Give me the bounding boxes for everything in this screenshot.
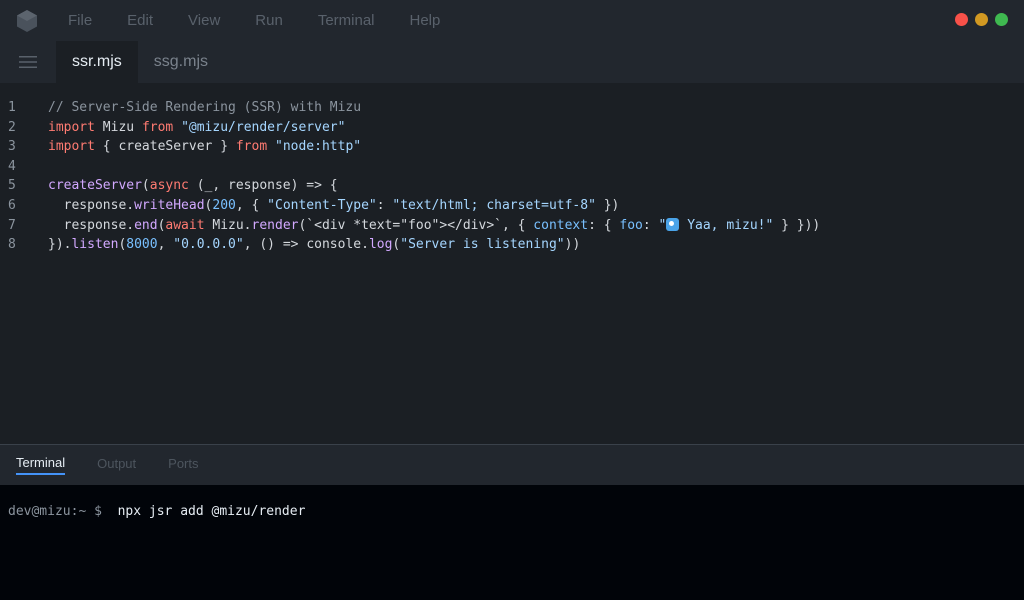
code-token: log (368, 237, 393, 253)
code-token: from (141, 119, 174, 135)
code-line: 5 createServer(async (_, response) => { (0, 176, 1024, 196)
terminal-prompt: dev@mizu:~ $ (8, 504, 110, 519)
code-token: response. (48, 217, 135, 233)
code-token: : { (588, 217, 620, 233)
line-number: 5 (8, 178, 16, 194)
code-token: "Content-Type" (267, 197, 377, 213)
menu-bar: File Edit View Run Terminal Help (0, 0, 1024, 41)
code-editor[interactable]: 1 // Server-Side Rendering (SSR) with Miz… (0, 83, 1024, 444)
tab-ports[interactable]: Ports (168, 456, 198, 474)
code-token: : (376, 197, 393, 213)
code-token: foo (619, 217, 643, 233)
line-code: response.writeHead(200, { "Content-Type"… (48, 196, 620, 216)
editor-tab-bar: ssr.mjs ssg.mjs (0, 41, 1024, 83)
menu-run[interactable]: Run (255, 12, 283, 29)
code-token: "text/html; charset=utf-8" (392, 197, 596, 213)
code-token: )) (564, 237, 581, 253)
maximize-window-button[interactable] (995, 13, 1008, 26)
code-line: 7 response.end(await Mizu.render(`<div *… (0, 216, 1024, 236)
code-token: render (251, 217, 299, 233)
code-token: 8000 (126, 237, 158, 253)
app-logo-icon (17, 9, 37, 32)
code-token: " (658, 217, 667, 233)
code-line: 2 import Mizu from "@mizu/render/server" (0, 118, 1024, 138)
tab-terminal[interactable]: Terminal (16, 455, 66, 475)
minimize-window-button[interactable] (975, 13, 988, 26)
code-token: import (48, 139, 95, 155)
code-token: , { (235, 197, 268, 213)
line-number: 6 (8, 197, 16, 213)
code-token: writeHead (134, 197, 205, 213)
code-token: "node:http" (275, 139, 362, 155)
menu-file[interactable]: File (68, 12, 92, 29)
hamburger-icon (19, 56, 37, 68)
menu-terminal[interactable]: Terminal (318, 12, 375, 29)
code-token: "Server is listening" (400, 237, 565, 253)
water-drop-emoji-icon (666, 217, 680, 231)
line-number: 2 (8, 119, 16, 135)
code-token: // Server-Side Rendering (SSR) with Mizu (48, 100, 362, 115)
code-token: ( (141, 178, 150, 194)
menu-toggle-button[interactable] (0, 41, 56, 83)
line-number: 7 (8, 217, 16, 233)
code-token: , () => console. (243, 237, 369, 253)
code-token: Mizu (94, 119, 142, 135)
code-token: , (157, 237, 174, 253)
code-token: await (165, 217, 205, 233)
code-token: async (149, 178, 189, 194)
tab-output[interactable]: Output (97, 456, 136, 474)
code-token: "@mizu/render/server" (181, 119, 346, 135)
code-token: }) (595, 197, 620, 213)
menu-help[interactable]: Help (410, 12, 441, 29)
line-code: }).listen(8000, "0.0.0.0", () => console… (48, 235, 580, 255)
line-number: 4 (8, 158, 16, 174)
line-number: 1 (8, 100, 16, 115)
code-token: listen (71, 237, 119, 253)
code-line: 1 // Server-Side Rendering (SSR) with Miz… (0, 98, 1024, 118)
code-token: : (642, 217, 659, 233)
code-token: (_, response) => { (188, 178, 338, 194)
code-token: "0.0.0.0" (173, 237, 244, 253)
terminal-panel[interactable]: dev@mizu:~ $ npx jsr add @mizu/render (0, 485, 1024, 600)
line-number: 3 (8, 139, 16, 155)
tab-ssg-mjs[interactable]: ssg.mjs (138, 41, 224, 83)
code-line: 6 response.writeHead(200, { "Content-Typ… (0, 196, 1024, 216)
line-code: // Server-Side Rendering (SSR) with Mizu (48, 98, 361, 118)
code-token: Mizu. (204, 217, 252, 233)
panel-tab-bar: Terminal Output Ports (0, 444, 1024, 485)
code-line: 4 (0, 157, 1024, 177)
code-line: 8 }).listen(8000, "0.0.0.0", () => consol… (0, 235, 1024, 255)
code-token: }). (48, 237, 72, 253)
code-token: import (48, 119, 95, 135)
code-token: from (235, 139, 268, 155)
tab-ssr-mjs[interactable]: ssr.mjs (56, 41, 138, 83)
code-token: (`<div *text="foo"></div>`, { (298, 217, 534, 233)
line-number: 8 (8, 237, 16, 253)
close-window-button[interactable] (955, 13, 968, 26)
code-token: Yaa, mizu!" (679, 217, 774, 233)
code-line: 3 import { createServer } from "node:http… (0, 137, 1024, 157)
terminal-command: npx jsr add @mizu/render (109, 504, 306, 519)
line-code: createServer(async (_, response) => { (48, 176, 338, 196)
code-token: } })) (773, 217, 821, 233)
code-token: 200 (212, 197, 236, 213)
code-token: { createServer } (94, 139, 236, 155)
menu-edit[interactable]: Edit (127, 12, 153, 29)
window-controls (955, 13, 1008, 26)
code-token: context (533, 217, 589, 233)
line-code: import Mizu from "@mizu/render/server" (48, 118, 345, 138)
menu-view[interactable]: View (188, 12, 220, 29)
line-code: import { createServer } from "node:http" (48, 137, 361, 157)
code-token: createServer (48, 178, 142, 194)
code-token: response. (48, 197, 135, 213)
code-token: end (134, 217, 158, 233)
line-code: response.end(await Mizu.render(`<div *te… (48, 216, 820, 236)
